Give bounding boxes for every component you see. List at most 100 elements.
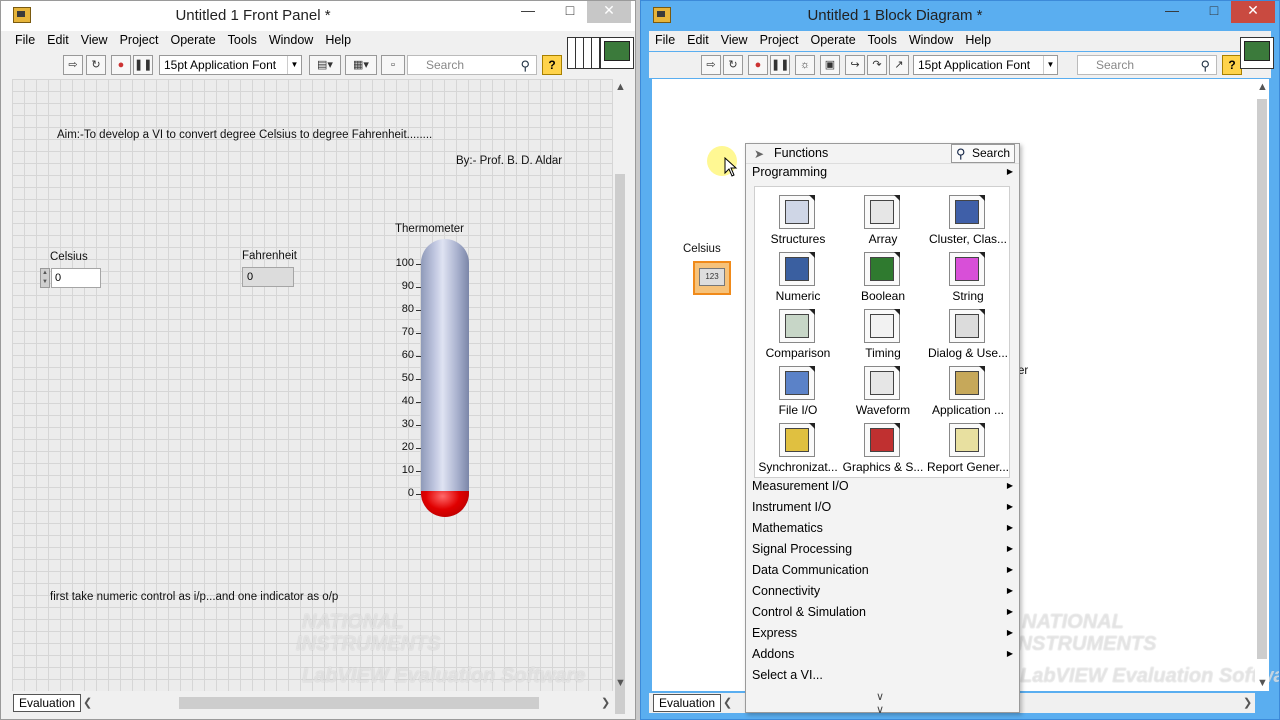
pause-icon[interactable]: ❚❚: [770, 55, 790, 75]
connector-pane-icon[interactable]: [567, 37, 601, 69]
scroll-left-icon[interactable]: ❮: [83, 696, 92, 709]
menu-operate[interactable]: Operate: [164, 31, 221, 49]
menu-view[interactable]: View: [75, 31, 114, 49]
palette-tile-file-io[interactable]: File I/O: [755, 362, 841, 419]
front-panel-canvas[interactable]: Aim:-To develop a VI to convert degree C…: [12, 79, 615, 691]
run-continuously-icon[interactable]: ↻: [723, 55, 743, 75]
category-data-communication[interactable]: Data Communication ▶: [752, 560, 1015, 580]
resize-objects-icon[interactable]: ▫: [381, 55, 405, 75]
menu-operate[interactable]: Operate: [804, 31, 861, 49]
more-categories-icon[interactable]: ∨ ∨: [876, 690, 884, 716]
category-connectivity[interactable]: Connectivity ▶: [752, 581, 1015, 601]
maximize-icon[interactable]: □: [555, 1, 585, 23]
menu-view[interactable]: View: [715, 31, 754, 49]
context-help-icon[interactable]: ?: [1222, 55, 1242, 75]
context-help-icon[interactable]: ?: [542, 55, 562, 75]
menu-window[interactable]: Window: [263, 31, 319, 49]
minimize-icon[interactable]: —: [1157, 1, 1187, 23]
menu-tools[interactable]: Tools: [222, 31, 263, 49]
vertical-scroll-thumb[interactable]: [1257, 99, 1267, 659]
palette-tile-comparison[interactable]: Comparison: [755, 305, 841, 362]
category-measurement-i-o[interactable]: Measurement I/O ▶: [752, 476, 1015, 496]
functions-palette-header[interactable]: ➤ Functions ⚲ Search: [746, 144, 1019, 164]
palette-tile-array[interactable]: Array: [840, 191, 926, 248]
scroll-right-icon[interactable]: ❯: [601, 696, 610, 709]
maximize-icon[interactable]: □: [1199, 1, 1229, 23]
category-instrument-i-o[interactable]: Instrument I/O ▶: [752, 497, 1015, 517]
menu-help[interactable]: Help: [959, 31, 997, 49]
category-mathematics[interactable]: Mathematics ▶: [752, 518, 1015, 538]
category-programming[interactable]: Programming ▶: [752, 162, 1015, 182]
scroll-right-icon[interactable]: ❯: [1243, 696, 1252, 709]
menu-project[interactable]: Project: [754, 31, 805, 49]
celsius-increment-decrement[interactable]: ▲ ▼: [40, 268, 50, 288]
step-out-icon[interactable]: ↗: [889, 55, 909, 75]
block-diagram-search-input[interactable]: Search ⚲: [1077, 55, 1217, 75]
block-diagram-titlebar[interactable]: Untitled 1 Block Diagram * — □ ✕: [641, 1, 1279, 31]
menu-project[interactable]: Project: [114, 31, 165, 49]
close-icon[interactable]: ✕: [1231, 1, 1275, 23]
palette-tile-string[interactable]: String: [925, 248, 1011, 305]
close-icon[interactable]: ✕: [587, 1, 631, 23]
palette-tile-dialog[interactable]: Dialog & Use...: [925, 305, 1011, 362]
menu-file[interactable]: File: [9, 31, 41, 49]
menu-tools[interactable]: Tools: [862, 31, 903, 49]
scroll-up-icon[interactable]: ▲: [615, 81, 626, 93]
step-over-icon[interactable]: ↷: [867, 55, 887, 75]
palette-search-button[interactable]: ⚲ Search: [950, 144, 1015, 163]
scroll-down-icon[interactable]: ▼: [615, 677, 626, 689]
front-panel-search-input[interactable]: Search ⚲: [407, 55, 537, 75]
palette-tile-timing[interactable]: Timing: [840, 305, 926, 362]
palette-tile-graphics-sound[interactable]: Graphics & S...: [840, 419, 926, 476]
retain-wire-values-icon[interactable]: ▣: [820, 55, 840, 75]
scroll-down-icon[interactable]: ▼: [1257, 677, 1268, 689]
search-icon: ⚲: [955, 146, 966, 161]
category-signal-processing[interactable]: Signal Processing ▶: [752, 539, 1015, 559]
align-objects-icon[interactable]: ▤▾: [309, 55, 341, 75]
front-panel-vertical-scrollbar[interactable]: ▲ ▼: [613, 79, 627, 714]
celsius-control-terminal[interactable]: 123: [693, 261, 731, 295]
horizontal-scroll-thumb[interactable]: [179, 697, 539, 709]
palette-tile-boolean[interactable]: Boolean: [840, 248, 926, 305]
highlight-execution-icon[interactable]: ☼: [795, 55, 815, 75]
menu-edit[interactable]: Edit: [41, 31, 75, 49]
menu-help[interactable]: Help: [319, 31, 357, 49]
vi-icon[interactable]: [600, 37, 634, 69]
palette-tile-waveform[interactable]: Waveform: [840, 362, 926, 419]
run-arrow-icon[interactable]: ⇨: [63, 55, 83, 75]
distribute-objects-icon[interactable]: ▦▾: [345, 55, 377, 75]
run-arrow-icon[interactable]: ⇨: [701, 55, 721, 75]
scroll-up-icon[interactable]: ▲: [1257, 81, 1268, 93]
minimize-icon[interactable]: —: [513, 1, 543, 23]
pause-icon[interactable]: ❚❚: [133, 55, 153, 75]
abort-icon[interactable]: ●: [111, 55, 131, 75]
palette-tile-application-control[interactable]: Application ...: [925, 362, 1011, 419]
chevron-right-icon: ▶: [1006, 628, 1013, 637]
palette-tile-numeric[interactable]: Numeric: [755, 248, 841, 305]
block-diagram-vertical-scrollbar[interactable]: ▲ ▼: [1255, 79, 1269, 691]
front-panel-horizontal-scrollbar[interactable]: Evaluation ❮ ❯: [9, 693, 613, 713]
celsius-numeric-control[interactable]: 0: [51, 268, 101, 288]
scroll-left-icon[interactable]: ❮: [723, 696, 732, 709]
menu-window[interactable]: Window: [903, 31, 959, 49]
category-express[interactable]: Express ▶: [752, 623, 1015, 643]
thermometer-tick-label: 10: [401, 464, 414, 476]
font-selector[interactable]: 15pt Application Font ▼: [159, 55, 302, 75]
run-continuously-icon[interactable]: ↻: [86, 55, 106, 75]
palette-tile-cluster[interactable]: Cluster, Clas...: [925, 191, 1011, 248]
font-selector[interactable]: 15pt Application Font ▼: [913, 55, 1058, 75]
step-into-icon[interactable]: ↪: [845, 55, 865, 75]
palette-tile-report-generation[interactable]: Report Gener...: [925, 419, 1011, 476]
pin-icon[interactable]: ➤: [754, 147, 764, 161]
category-control-simulation[interactable]: Control & Simulation ▶: [752, 602, 1015, 622]
menu-edit[interactable]: Edit: [681, 31, 715, 49]
vi-icon[interactable]: [1240, 37, 1274, 69]
menu-file[interactable]: File: [649, 31, 681, 49]
palette-tile-synchronization[interactable]: Synchronizat...: [755, 419, 841, 476]
front-panel-titlebar[interactable]: Untitled 1 Front Panel * — □ ✕: [1, 1, 635, 31]
category-select-a-vi[interactable]: Select a VI...: [752, 665, 1015, 685]
category-addons[interactable]: Addons ▶: [752, 644, 1015, 664]
palette-tile-structures[interactable]: Structures: [755, 191, 841, 248]
abort-icon[interactable]: ●: [748, 55, 768, 75]
vertical-scroll-thumb[interactable]: [615, 174, 625, 714]
